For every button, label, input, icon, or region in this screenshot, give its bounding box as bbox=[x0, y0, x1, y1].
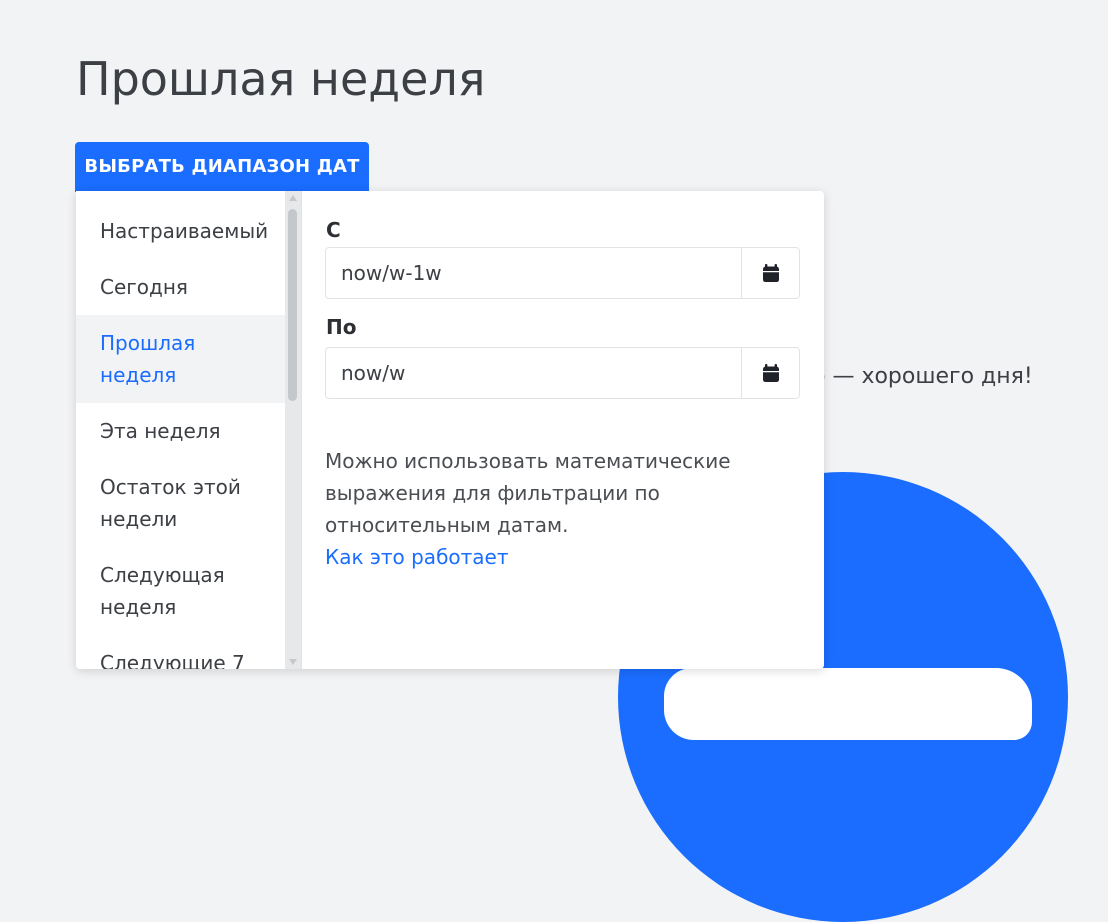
from-calendar-button[interactable] bbox=[741, 248, 799, 298]
from-label: С bbox=[326, 218, 341, 242]
page-title: Прошлая неделя bbox=[76, 52, 486, 106]
scroll-thumb[interactable] bbox=[288, 209, 297, 401]
calendar-icon bbox=[762, 264, 779, 282]
preset-list: Настраиваемый Сегодня Прошлая неделя Эта… bbox=[76, 191, 285, 669]
to-calendar-button[interactable] bbox=[741, 348, 799, 398]
calendar-icon bbox=[762, 364, 779, 382]
to-input-group bbox=[325, 347, 800, 399]
date-range-dropdown: Настраиваемый Сегодня Прошлая неделя Эта… bbox=[76, 191, 824, 669]
preset-list-scrollbar[interactable] bbox=[285, 191, 302, 669]
from-input-group bbox=[325, 247, 800, 299]
to-label: По bbox=[326, 315, 357, 339]
date-range-form: С По bbox=[325, 211, 800, 573]
preset-item-last-week[interactable]: Прошлая неделя bbox=[76, 315, 285, 403]
select-date-range-button[interactable]: ВЫБРАТЬ ДИАПАЗОН ДАТ bbox=[75, 142, 369, 192]
background-greeting-text: о — хорошего дня! bbox=[812, 364, 1033, 389]
scroll-up-arrow-icon[interactable] bbox=[289, 195, 297, 201]
to-date-input[interactable] bbox=[326, 348, 741, 398]
background-illustration-shape bbox=[664, 668, 1032, 740]
preset-item-next-7[interactable]: Следующие 7 bbox=[76, 635, 285, 669]
relative-dates-help-text: Можно использовать математические выраже… bbox=[325, 449, 731, 537]
preset-item-today[interactable]: Сегодня bbox=[76, 259, 285, 315]
preset-item-this-week[interactable]: Эта неделя bbox=[76, 403, 285, 459]
scroll-down-arrow-icon[interactable] bbox=[289, 659, 297, 665]
preset-item-custom[interactable]: Настраиваемый bbox=[76, 191, 285, 259]
preset-item-next-week[interactable]: Следующая неделя bbox=[76, 547, 285, 635]
how-it-works-link[interactable]: Как это работает bbox=[325, 541, 800, 573]
from-date-input[interactable] bbox=[326, 248, 741, 298]
preset-item-rest-of-week[interactable]: Остаток этой недели bbox=[76, 459, 285, 547]
